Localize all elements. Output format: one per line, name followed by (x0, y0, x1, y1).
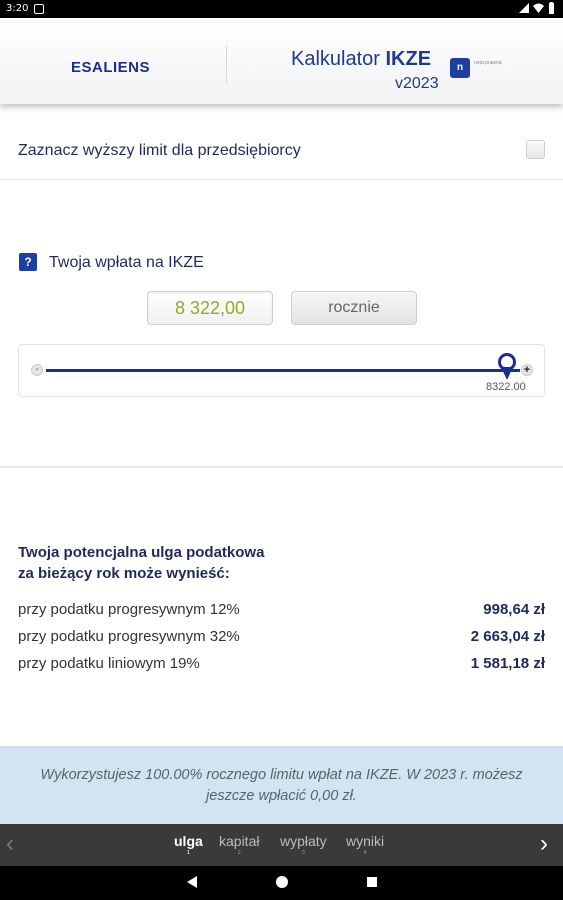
esaliens-logo: ESALIENS (71, 59, 151, 76)
recents-icon[interactable] (365, 875, 379, 889)
back-icon[interactable] (185, 875, 199, 889)
status-bar: 3:20 (0, 0, 563, 18)
period-select-button[interactable]: rocznie (291, 291, 417, 325)
relief-label: przy podatku progresywnym 32% (18, 628, 240, 645)
relief-title-line-1: Twoja potencjalna ulga podatkowa (18, 544, 265, 561)
tab-label: wypłaty (280, 833, 327, 849)
help-icon[interactable]: ? (19, 253, 37, 271)
slider-value-label: 8322.00 (486, 381, 526, 393)
tab-label: ulga (174, 833, 203, 849)
tab-number: 1 (187, 850, 190, 856)
tab-ulga[interactable]: ulga 1 (174, 833, 203, 856)
calculator-title: Kalkulator IKZE (291, 48, 431, 71)
system-navigation-bar (0, 866, 563, 900)
calculator-title-prefix: Kalkulator (291, 48, 386, 70)
signal-icon (519, 3, 529, 13)
section-divider (0, 466, 563, 468)
wifi-icon (533, 3, 544, 13)
limit-info-box: Wykorzystujesz 100.00% rocznego limitu w… (0, 746, 563, 824)
relief-label: przy podatku liniowym 19% (18, 655, 200, 672)
tab-label: wyniki (346, 833, 385, 849)
entrepreneur-limit-label: Zaznacz wyższy limit dla przedsiębiorcy (18, 142, 301, 159)
tab-number: 4 (363, 850, 367, 856)
slider-thumb[interactable] (496, 353, 518, 383)
tab-wyniki[interactable]: wyniki 4 (346, 833, 384, 856)
header-divider (226, 46, 227, 84)
calculator-version: v2023 (395, 75, 439, 92)
relief-row: przy podatku liniowym 19% 1 581,18 zł (18, 655, 545, 677)
legal-note-icon[interactable]: n (450, 58, 470, 78)
relief-value: 1 581,18 zł (470, 655, 545, 672)
tab-wyplaty[interactable]: wypłaty 3 (280, 833, 327, 856)
slider-track[interactable] (46, 369, 520, 372)
relief-row: przy podatku progresywnym 12% 998,64 zł (18, 601, 545, 623)
relief-label: przy podatku progresywnym 12% (18, 601, 240, 618)
notification-icon (34, 4, 44, 14)
limit-info-text: Wykorzystujesz 100.00% rocznego limitu w… (40, 767, 523, 804)
tab-number: 2 (237, 850, 241, 856)
home-icon[interactable] (275, 875, 289, 889)
app-header: ESALIENS Kalkulator IKZE v2023 n nota pr… (0, 18, 563, 104)
contribution-amount-input[interactable]: 8 322,00 (147, 291, 273, 325)
relief-value: 998,64 zł (483, 601, 545, 618)
entrepreneur-limit-checkbox[interactable] (526, 140, 545, 159)
status-time: 3:20 (6, 3, 29, 14)
tab-label: kapitał (219, 833, 260, 849)
nav-prev-arrow-icon[interactable]: ‹ (6, 832, 26, 858)
entrepreneur-limit-row[interactable]: Zaznacz wyższy limit dla przedsiębiorcy (0, 122, 563, 180)
calculator-title-bold: IKZE (385, 48, 432, 70)
nav-next-arrow-icon[interactable]: › (540, 832, 560, 858)
slider-plus-button[interactable]: + (521, 364, 533, 376)
contribution-title: Twoja wpłata na IKZE (49, 254, 204, 271)
contribution-slider: - + 8322.00 (18, 344, 545, 397)
status-icons (519, 2, 555, 14)
tab-number: 3 (301, 850, 305, 856)
relief-value: 2 663,04 zł (470, 628, 545, 645)
battery-icon (549, 2, 554, 14)
relief-title: Twoja potencjalna ulga podatkowa za bież… (18, 542, 264, 584)
relief-row: przy podatku progresywnym 32% 2 663,04 z… (18, 628, 545, 650)
slider-minus-button[interactable]: - (31, 364, 43, 376)
tab-kapital[interactable]: kapitał 2 (219, 833, 259, 856)
legal-note-label[interactable]: nota prawna (474, 60, 504, 66)
relief-title-line-2: za bieżący rok może wynieść: (18, 565, 230, 582)
bottom-navigation: ‹ ulga 1 kapitał 2 wypłaty 3 wyniki 4 › (0, 824, 563, 866)
